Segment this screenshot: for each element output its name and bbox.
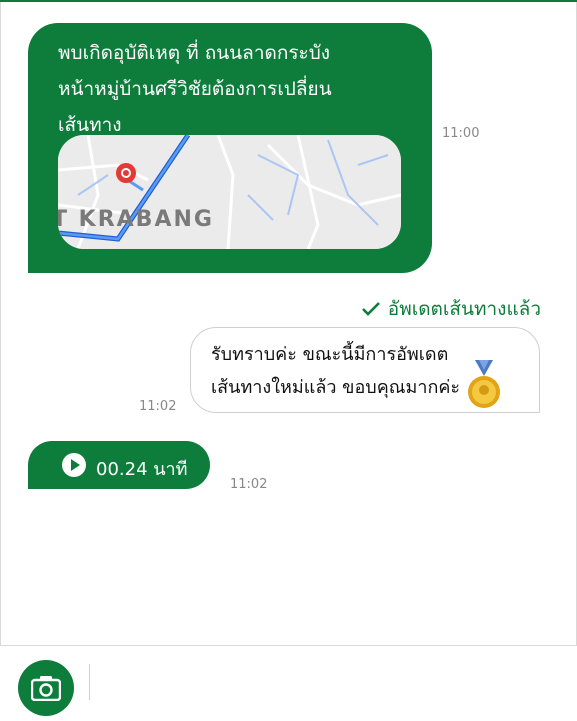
message-text: รับทราบค่ะ ขณะนี้มีการอัพเดต เส้นทางใหม่…: [211, 344, 461, 398]
composer-divider: [89, 664, 90, 700]
route-updated-status: อัพเดตเส้นทางแล้ว: [361, 294, 541, 324]
top-divider: [0, 0, 577, 2]
check-icon: [361, 302, 380, 316]
map-preview[interactable]: T KRABANG: [58, 135, 401, 249]
incoming-message-bubble: พบเกิดอุบัติเหตุ ที่ ถนนลาดกระบัง หน้าหม…: [28, 23, 432, 273]
composer-bar: [0, 645, 577, 721]
reply-timestamp: 11:02: [139, 399, 177, 414]
incoming-timestamp: 11:00: [442, 126, 480, 141]
status-text: อัพเดตเส้นทางแล้ว: [387, 298, 541, 320]
map-district-label: T KRABANG: [58, 207, 214, 232]
voice-timestamp: 11:02: [230, 477, 268, 492]
voice-message-bubble[interactable]: 00.24 นาที: [28, 441, 210, 489]
message-text: พบเกิดอุบัติเหตุ ที่ ถนนลาดกระบัง หน้าหม…: [58, 42, 332, 136]
gold-medal-icon: [468, 360, 500, 408]
voice-duration: 00.24 นาที: [96, 459, 188, 480]
camera-button[interactable]: [18, 660, 74, 716]
camera-icon: [31, 676, 61, 701]
play-icon[interactable]: [62, 453, 86, 477]
outgoing-message-bubble: รับทราบค่ะ ขณะนี้มีการอัพเดต เส้นทางใหม่…: [190, 327, 540, 413]
